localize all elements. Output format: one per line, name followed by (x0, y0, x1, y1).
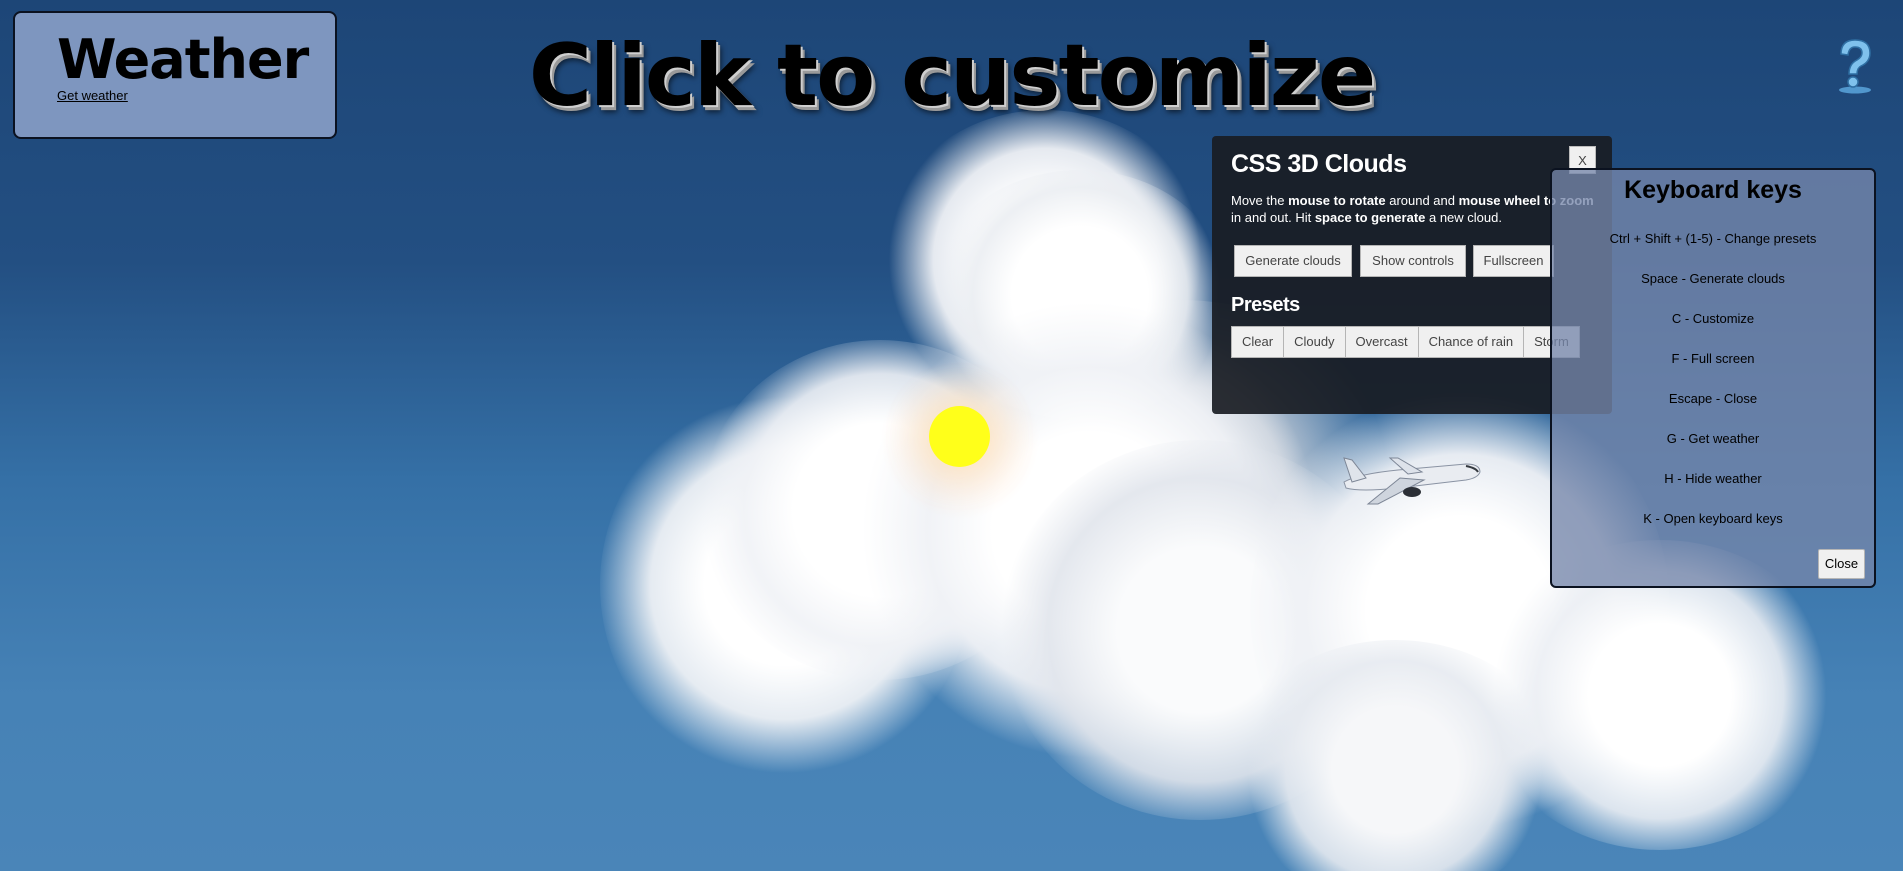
preset-clear-button[interactable]: Clear (1231, 326, 1285, 358)
generate-clouds-button[interactable]: Generate clouds (1234, 245, 1352, 277)
keys-close-button[interactable]: Close (1818, 549, 1865, 579)
key-item: G - Get weather (1666, 431, 1760, 446)
keyboard-keys-panel: Keyboard keys Ctrl + Shift + (1-5) - Cha… (1550, 168, 1876, 588)
desc-bold: space to generate (1314, 210, 1426, 225)
key-item: Space - Generate clouds (1641, 271, 1785, 286)
panel-description: Move the mouse to rotate around and mous… (1231, 192, 1601, 226)
key-item: Escape - Close (1668, 391, 1758, 406)
key-item: C - Customize (1671, 311, 1755, 326)
presets-button-group: Clear Cloudy Overcast Chance of rain Sto… (1231, 326, 1580, 358)
desc-text: a new cloud. (1425, 210, 1502, 225)
customize-headline[interactable]: Click to customize (0, 28, 1903, 124)
help-question-icon[interactable] (1833, 36, 1877, 94)
sun-icon (929, 406, 990, 467)
key-item: Ctrl + Shift + (1-5) - Change presets (1609, 231, 1817, 246)
desc-text: around and (1385, 193, 1459, 208)
keys-title: Keyboard keys (1624, 176, 1802, 204)
desc-text: in and out. Hit (1231, 210, 1315, 225)
fullscreen-button[interactable]: Fullscreen (1473, 245, 1554, 277)
key-item: K - Open keyboard keys (1643, 511, 1783, 526)
key-item: F - Full screen (1671, 351, 1755, 366)
preset-chance-of-rain-button[interactable]: Chance of rain (1417, 326, 1525, 358)
preset-cloudy-button[interactable]: Cloudy (1283, 326, 1346, 358)
panel-title: CSS 3D Clouds (1231, 150, 1407, 178)
desc-bold: mouse to rotate (1288, 193, 1386, 208)
desc-text: Move the (1231, 193, 1289, 208)
show-controls-button[interactable]: Show controls (1360, 245, 1466, 277)
key-item: H - Hide weather (1664, 471, 1762, 486)
airplane-icon (1343, 457, 1481, 505)
preset-overcast-button[interactable]: Overcast (1344, 326, 1419, 358)
presets-heading: Presets (1231, 294, 1300, 316)
